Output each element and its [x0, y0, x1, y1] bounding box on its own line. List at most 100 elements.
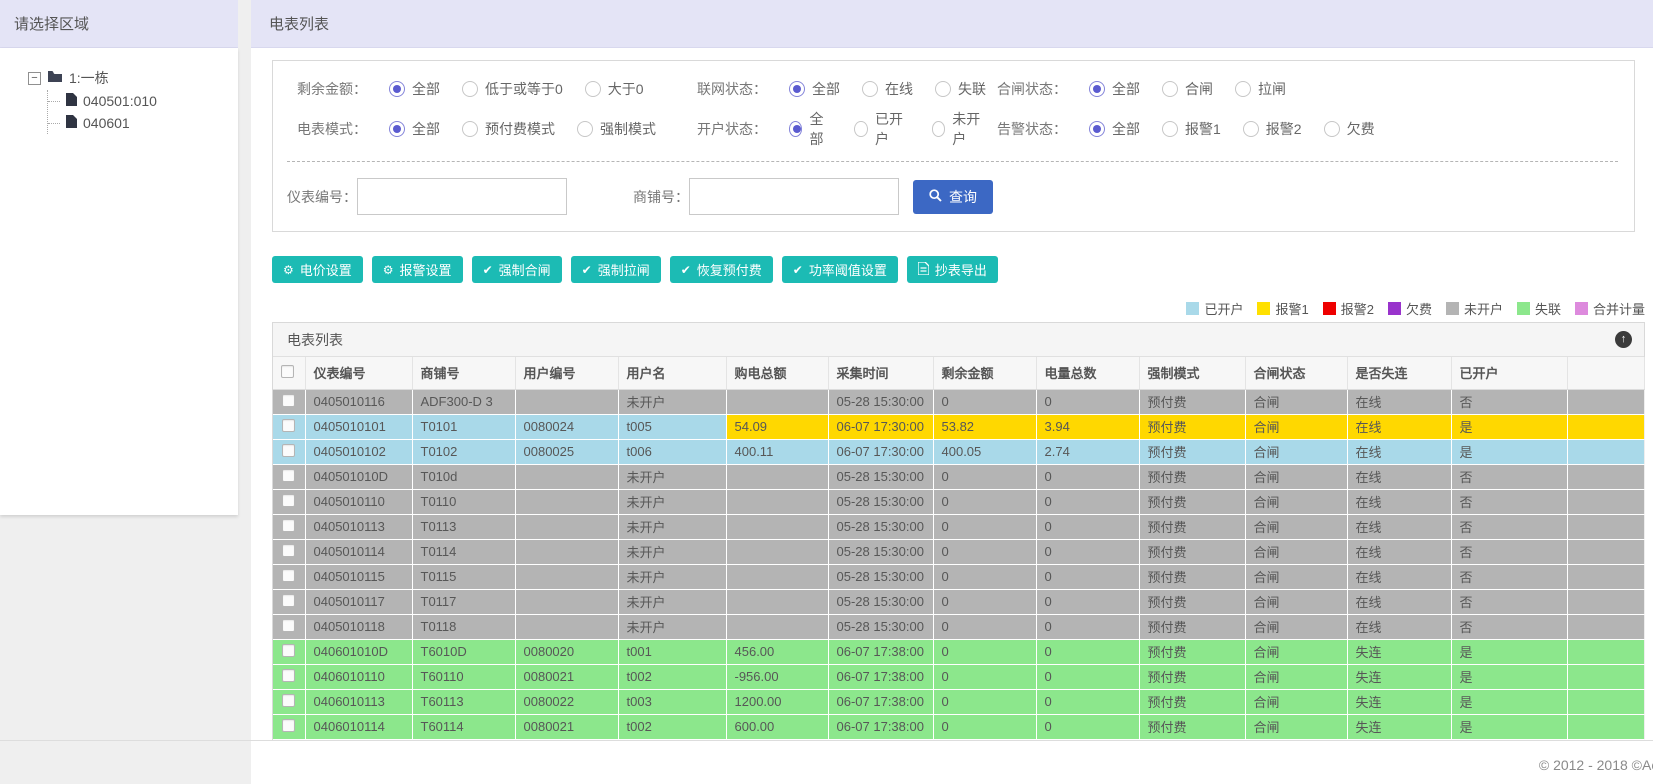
radio-option[interactable]: 欠费	[1323, 119, 1375, 139]
action-button[interactable]: ⚙ 报警设置	[371, 256, 463, 283]
radio-option[interactable]: 低于或等于0	[462, 79, 563, 99]
radio-option[interactable]: 全部	[1089, 119, 1140, 139]
table-cell: 0	[1036, 614, 1140, 640]
radio-option[interactable]: 失联	[935, 79, 986, 99]
tree-leaf-label[interactable]: 040601	[83, 115, 130, 131]
action-button[interactable]: ✔ 强制合闸	[471, 256, 562, 283]
row-checkbox[interactable]	[282, 593, 296, 607]
radio-icon[interactable]	[462, 121, 478, 137]
radio-option-label[interactable]: 全部	[412, 119, 440, 139]
tree-root-node[interactable]: − 1:一栋	[28, 68, 238, 88]
radio-icon[interactable]	[584, 81, 601, 97]
table-cell: 否	[1451, 489, 1568, 515]
action-button[interactable]: ⚙ 电价设置	[272, 256, 363, 283]
row-checkbox[interactable]	[282, 643, 296, 657]
row-checkbox[interactable]	[282, 693, 296, 707]
radio-icon[interactable]	[462, 81, 478, 97]
radio-option[interactable]: 已开户	[854, 109, 909, 149]
radio-option[interactable]: 全部	[1089, 79, 1140, 99]
radio-option-label[interactable]: 低于或等于0	[485, 79, 563, 99]
table-cell: 0080021	[515, 714, 619, 740]
radio-option-label[interactable]: 失联	[958, 79, 986, 99]
radio-option[interactable]: 报警1	[1162, 119, 1221, 139]
radio-option-label[interactable]: 全部	[1112, 79, 1140, 99]
row-checkbox[interactable]	[282, 518, 296, 532]
radio-option[interactable]: 大于0	[584, 79, 644, 99]
row-checkbox[interactable]	[282, 468, 296, 482]
tree-collapse-icon[interactable]: −	[28, 71, 41, 85]
radio-option[interactable]: 预付费模式	[462, 119, 555, 139]
radio-icon[interactable]	[389, 81, 405, 97]
radio-option[interactable]: 全部	[789, 79, 840, 99]
row-checkbox[interactable]	[282, 668, 296, 682]
radio-option-label[interactable]: 合闸	[1185, 79, 1213, 99]
radio-option[interactable]: 拉闸	[1235, 79, 1286, 99]
action-button[interactable]: ✔ 恢复预付费	[669, 256, 773, 283]
meter-no-input[interactable]	[357, 178, 567, 215]
row-checkbox[interactable]	[282, 718, 296, 732]
radio-icon[interactable]	[1089, 81, 1105, 97]
radio-option-label[interactable]: 欠费	[1347, 119, 1375, 139]
radio-option[interactable]: 报警2	[1242, 119, 1302, 139]
radio-icon[interactable]	[1242, 121, 1259, 137]
radio-option-label[interactable]: 已开户	[875, 109, 910, 149]
radio-icon[interactable]	[854, 121, 868, 137]
radio-option-label[interactable]: 拉闸	[1258, 79, 1286, 99]
radio-option[interactable]: 强制模式	[577, 119, 656, 139]
radio-option-label[interactable]: 全部	[809, 109, 832, 149]
radio-icon[interactable]	[789, 121, 803, 137]
tree-leaf-label[interactable]: 040501:010	[83, 93, 157, 109]
radio-option[interactable]: 未开户	[931, 109, 987, 149]
radio-option-label[interactable]: 强制模式	[600, 119, 656, 139]
radio-option-label[interactable]: 报警1	[1185, 119, 1221, 139]
table-cell: 未开户	[618, 564, 727, 590]
row-checkbox[interactable]	[282, 618, 296, 632]
radio-option-label[interactable]: 预付费模式	[485, 119, 555, 139]
radio-icon[interactable]	[935, 81, 951, 97]
row-checkbox[interactable]	[282, 568, 296, 582]
radio-option-label[interactable]: 在线	[885, 79, 913, 99]
radio-option-label[interactable]: 全部	[1112, 119, 1140, 139]
action-button[interactable]: ✔ 功率阈值设置	[781, 256, 898, 283]
select-all-checkbox[interactable]	[281, 364, 294, 378]
table-cell: 0080022	[515, 689, 619, 715]
radio-option[interactable]: 全部	[789, 109, 832, 149]
radio-option[interactable]: 在线	[862, 79, 913, 99]
row-checkbox[interactable]	[282, 543, 296, 557]
query-button[interactable]: 查询	[913, 179, 993, 214]
tree-leaf-node[interactable]: 040501:010	[48, 90, 238, 112]
row-checkbox[interactable]	[282, 493, 296, 507]
row-checkbox[interactable]	[282, 393, 296, 407]
table-cell: 0	[1036, 639, 1140, 665]
radio-icon[interactable]	[389, 121, 405, 137]
radio-option-label[interactable]: 未开户	[952, 109, 987, 149]
table-cell: 合闸	[1245, 714, 1348, 740]
radio-option-label[interactable]: 全部	[412, 79, 440, 99]
row-checkbox[interactable]	[282, 418, 296, 432]
radio-option[interactable]: 合闸	[1162, 79, 1213, 99]
action-button[interactable]: 抄表导出	[906, 256, 998, 283]
radio-icon[interactable]	[1089, 121, 1105, 137]
collapse-panel-icon[interactable]: ↑	[1615, 331, 1632, 348]
radio-icon[interactable]	[1235, 81, 1251, 97]
radio-icon[interactable]	[1323, 121, 1340, 137]
radio-icon[interactable]	[577, 121, 593, 137]
radio-icon[interactable]	[931, 121, 946, 137]
legend-item: 报警2	[1322, 299, 1374, 318]
radio-option-label[interactable]: 大于0	[608, 79, 644, 99]
radio-option[interactable]: 全部	[389, 119, 440, 139]
action-button[interactable]: ✔ 强制拉闸	[570, 256, 661, 283]
shop-no-input[interactable]	[689, 178, 899, 215]
row-checkbox[interactable]	[282, 443, 296, 457]
radio-option-label[interactable]: 报警2	[1266, 119, 1302, 139]
radio-option[interactable]: 全部	[389, 79, 440, 99]
tree-root-label[interactable]: 1:一栋	[69, 68, 109, 88]
radio-icon[interactable]	[862, 81, 878, 97]
table-cell: 0	[1036, 464, 1140, 490]
table-cell: T0117	[412, 589, 516, 615]
radio-icon[interactable]	[789, 81, 805, 97]
radio-icon[interactable]	[1162, 121, 1178, 137]
radio-icon[interactable]	[1162, 81, 1178, 97]
tree-leaf-node[interactable]: 040601	[48, 112, 238, 134]
radio-option-label[interactable]: 全部	[812, 79, 840, 99]
